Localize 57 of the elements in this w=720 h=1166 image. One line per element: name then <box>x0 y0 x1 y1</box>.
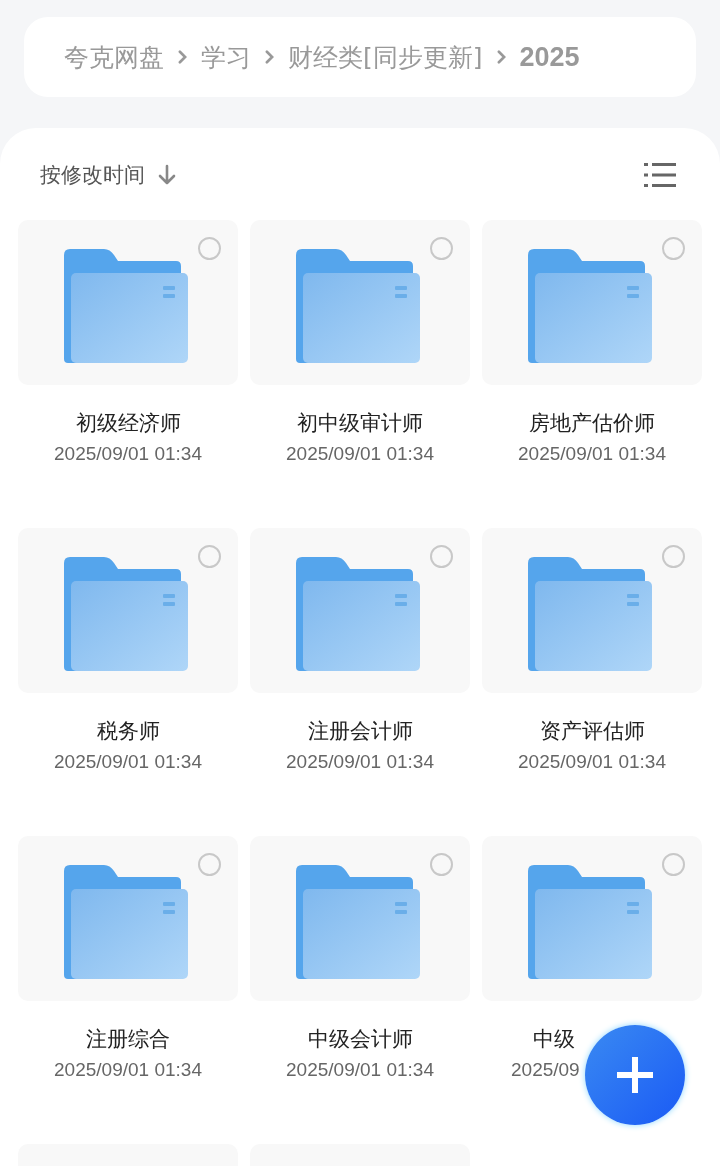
folder-tile[interactable] <box>482 836 702 1001</box>
modified-date: 2025/09/01 01:34 <box>54 443 202 465</box>
folder-icon <box>296 864 420 979</box>
folder-name: 注册会计师 <box>307 718 413 745</box>
breadcrumb-item[interactable]: 财经类[同步更新] <box>288 40 483 74</box>
modified-date: 2025/09/01 01:34 <box>518 443 666 465</box>
modified-date: 2025/09/01 01:34 <box>54 751 202 773</box>
breadcrumb-item[interactable]: 2025 <box>519 41 580 73</box>
folder-name: 中级会计师 <box>307 1026 413 1053</box>
breadcrumb-item[interactable]: 学习 <box>201 40 251 74</box>
folder-name: 初中级审计师 <box>297 410 423 437</box>
folder-tile[interactable] <box>250 836 470 1001</box>
folder-icon <box>528 248 652 363</box>
modified-date: 2025/09/01 01:34 <box>286 443 434 465</box>
modified-date: 2025/09/01 01:34 <box>54 1059 202 1081</box>
folder-name: 税务师 <box>96 718 160 745</box>
folder-tile[interactable] <box>250 220 470 385</box>
folder-tile[interactable] <box>18 836 238 1001</box>
folder-name: 房地产估价师 <box>529 410 655 437</box>
folder-name: 注册综合 <box>86 1026 170 1053</box>
select-checkbox[interactable] <box>430 237 453 260</box>
arrow-down-icon <box>157 164 177 186</box>
select-checkbox[interactable] <box>198 853 221 876</box>
chevron-right-icon <box>496 50 506 64</box>
modified-date: 2025/09/01 01:34 <box>286 1059 434 1081</box>
folder-icon <box>64 248 188 363</box>
folder-name: 资产评估师 <box>539 718 645 745</box>
modified-date: 2025/09/01 01:34 <box>286 751 434 773</box>
folder-name: 中级 <box>533 1026 575 1053</box>
folder-icon <box>528 864 652 979</box>
breadcrumb-item[interactable]: 夸克网盘 <box>64 40 164 74</box>
folder-icon <box>296 556 420 671</box>
folder-icon <box>296 248 420 363</box>
folder-icon <box>64 864 188 979</box>
select-checkbox[interactable] <box>430 853 453 876</box>
folder-tile[interactable] <box>18 220 238 385</box>
folder-name: 初级经济师 <box>75 410 181 437</box>
select-checkbox[interactable] <box>662 545 685 568</box>
modified-date: 2025/09 <box>511 1059 580 1081</box>
select-checkbox[interactable] <box>430 545 453 568</box>
select-checkbox[interactable] <box>198 545 221 568</box>
chevron-right-icon <box>265 50 274 64</box>
folder-tile[interactable] <box>250 528 470 693</box>
select-checkbox[interactable] <box>662 237 685 260</box>
folder-tile[interactable] <box>482 220 702 385</box>
folder-icon <box>528 556 652 671</box>
chevron-right-icon <box>178 50 187 64</box>
folder-icon <box>64 556 188 671</box>
add-button[interactable] <box>585 1025 685 1125</box>
select-checkbox[interactable] <box>662 853 685 876</box>
folder-tile[interactable] <box>482 528 702 693</box>
folder-tile[interactable] <box>18 528 238 693</box>
select-checkbox[interactable] <box>198 237 221 260</box>
sort-button[interactable]: 按修改时间 <box>40 161 177 189</box>
plus-icon <box>615 1055 655 1095</box>
list-view-icon[interactable] <box>644 162 676 188</box>
modified-date: 2025/09/01 01:34 <box>518 751 666 773</box>
